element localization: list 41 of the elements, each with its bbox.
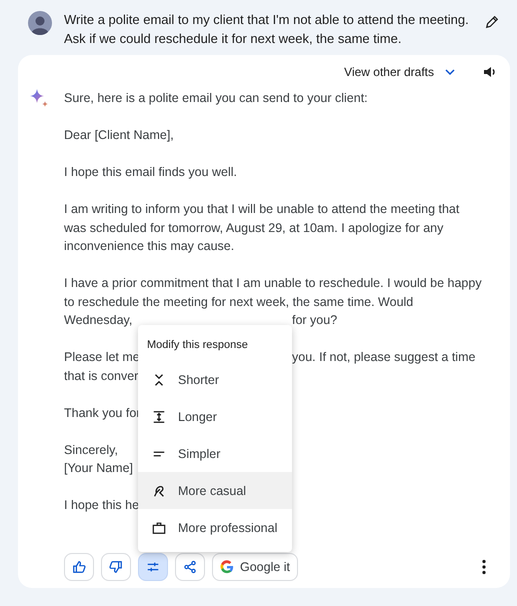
expand-icon <box>152 410 166 424</box>
menu-item[interactable]: Shorter <box>138 361 292 398</box>
sliders-icon <box>146 560 160 574</box>
email-text: you. If not, please suggest a time <box>292 349 476 366</box>
email-text: Wednesday, <box>64 313 132 327</box>
more-icon[interactable] <box>482 559 486 575</box>
share-button[interactable] <box>175 553 205 581</box>
collapse-icon <box>152 372 166 386</box>
user-avatar <box>28 11 52 35</box>
email-text: I have a prior commitment that I am unable to reschedule. I would be happy <box>64 275 482 292</box>
email-text: I hope this he <box>64 498 140 512</box>
email-text: was scheduled for tomorrow, August 29, at 10am. I apologize for any <box>64 220 444 237</box>
menu-item[interactable]: Simpler <box>138 435 292 472</box>
menu-title: Modify this response <box>146 338 248 353</box>
intro-text: Sure, here is a polite email you can send to your client: <box>64 90 369 107</box>
like-button[interactable] <box>64 553 94 581</box>
briefcase-icon <box>152 520 166 534</box>
email-text: that is conver <box>64 368 138 382</box>
email-text: I am writing to inform you that I will be unable to attend the meeting that <box>64 201 460 218</box>
dislike-button[interactable] <box>101 553 131 581</box>
quill-icon <box>152 484 166 498</box>
email-text: I hope this email finds you well. <box>64 164 238 181</box>
thumbs-down-icon <box>109 560 123 574</box>
menu-item[interactable]: Longer <box>138 398 292 435</box>
chevron-down-icon <box>444 67 456 77</box>
email-text: [Your Name] <box>64 460 134 477</box>
prompt-text: Write a polite email to my client that I'm not able to attend the meeting. Ask if we could reschedule it for next week, the same time. <box>64 11 470 48</box>
edit-icon[interactable] <box>485 15 499 29</box>
email-text: to reschedule the meeting for next week, the same time. Would <box>64 294 414 311</box>
thumbs-up-icon <box>72 560 86 574</box>
email-text: inconvenience this may cause. <box>64 238 234 255</box>
menu-item[interactable]: More professional <box>138 509 292 546</box>
email-text: Dear [Client Name], <box>64 127 174 144</box>
modify-button[interactable] <box>138 553 168 581</box>
email-text: Sincerely, <box>64 442 118 459</box>
email-text: for you? <box>292 312 338 329</box>
share-icon <box>183 560 197 574</box>
view-drafts-button[interactable]: View other drafts <box>344 65 456 79</box>
menu-item[interactable]: More casual <box>138 472 292 509</box>
google-it-button[interactable]: Google it <box>212 553 298 581</box>
g-logo-icon <box>220 560 234 574</box>
